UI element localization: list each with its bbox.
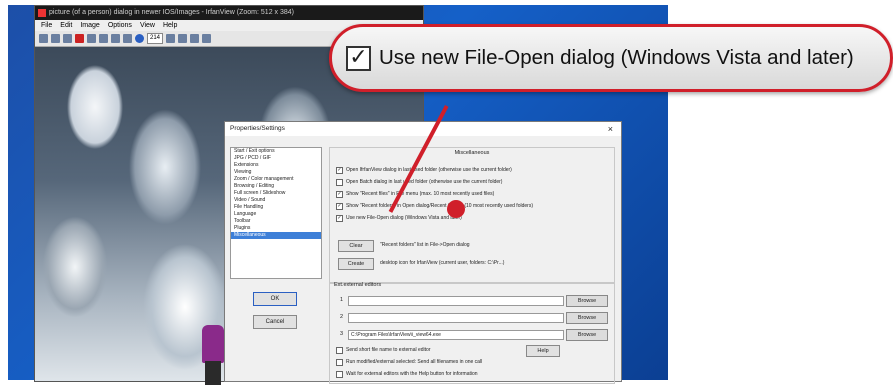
- ext-group-title: Ext.external editors: [334, 282, 382, 288]
- checkbox[interactable]: ✓: [336, 166, 343, 174]
- tree-item[interactable]: Viewing: [231, 169, 321, 176]
- option-row[interactable]: ✓ Show "Recent files" in File menu (max.…: [336, 190, 494, 198]
- external-editors-group: Ext.external editors 1 Browse 2 Browse 3…: [329, 282, 615, 384]
- menu-edit[interactable]: Edit: [60, 20, 72, 31]
- hiker-legs: [205, 361, 221, 385]
- paste-icon[interactable]: [111, 34, 120, 43]
- tree-item[interactable]: Start / Exit options: [231, 148, 321, 155]
- tree-item[interactable]: Full screen / Slideshow: [231, 190, 321, 197]
- tree-item[interactable]: Extensions: [231, 162, 321, 169]
- delete-icon[interactable]: [75, 34, 84, 43]
- option-row[interactable]: ✓ Show "Recent folders" in Open dialog/R…: [336, 202, 533, 210]
- print-icon[interactable]: [63, 34, 72, 43]
- close-icon[interactable]: ×: [608, 122, 613, 136]
- menu-help[interactable]: Help: [163, 20, 177, 31]
- tree-item[interactable]: Video / Sound: [231, 197, 321, 204]
- ok-button[interactable]: OK: [253, 292, 297, 306]
- copy-icon[interactable]: [99, 34, 108, 43]
- checkbox[interactable]: ✓: [336, 202, 343, 210]
- option-label: Use new File-Open dialog (Windows Vista …: [346, 215, 462, 221]
- editor-number: 3: [340, 331, 344, 337]
- option-row[interactable]: Wait for external editors with the Help …: [336, 370, 478, 378]
- browse-button[interactable]: Browse: [566, 295, 608, 307]
- create-description: desktop icon for IrfanView (current user…: [380, 260, 505, 266]
- open-icon[interactable]: [39, 34, 48, 43]
- group-title: Miscellaneous: [454, 150, 490, 156]
- editor-number: 2: [340, 314, 344, 320]
- editor-number: 1: [340, 297, 344, 303]
- option-label: Open Batch dialog in last used folder (o…: [346, 179, 503, 185]
- dialog-title-bar: Properties/Settings ×: [225, 122, 621, 136]
- zoom-in-icon[interactable]: [166, 34, 176, 43]
- clear-description: "Recent folders" list in File->Open dial…: [380, 242, 470, 248]
- callout-label: Use new File-Open dialog (Windows Vista …: [379, 46, 854, 69]
- tree-item[interactable]: Language: [231, 211, 321, 218]
- tree-item-miscellaneous[interactable]: Miscellaneous: [231, 232, 321, 239]
- zoom-out-icon[interactable]: [178, 34, 188, 43]
- undo-icon[interactable]: [123, 34, 132, 43]
- checkbox[interactable]: ✓: [336, 190, 343, 198]
- info-icon[interactable]: [135, 34, 144, 43]
- tree-item[interactable]: Toolbar: [231, 218, 321, 225]
- miscellaneous-group: Miscellaneous ✓ Open IfrfanView dialog i…: [329, 147, 615, 284]
- menu-image[interactable]: Image: [80, 20, 99, 31]
- tree-item[interactable]: JPG / PCD / GIF: [231, 155, 321, 162]
- option-row[interactable]: ✓ Open IfrfanView dialog in last used fo…: [336, 166, 512, 174]
- window-title-bar: picture (of a person) dialog in newer IO…: [35, 6, 423, 20]
- cancel-button[interactable]: Cancel: [253, 315, 297, 329]
- menu-options[interactable]: Options: [108, 20, 132, 31]
- cut-icon[interactable]: [87, 34, 96, 43]
- zoom-callout: ✓ Use new File-Open dialog (Windows Vist…: [329, 24, 893, 92]
- clear-button[interactable]: Clear: [338, 240, 374, 252]
- option-label: Run modified/external selected: Send all…: [346, 359, 483, 365]
- option-label: Open IfrfanView dialog in last used fold…: [346, 167, 512, 173]
- checkbox[interactable]: [336, 346, 343, 354]
- option-row[interactable]: Run modified/external selected: Send all…: [336, 358, 482, 366]
- option-label: Show "Recent folders" in Open dialog/Rec…: [346, 203, 533, 209]
- tree-item[interactable]: Plugins: [231, 225, 321, 232]
- prev-icon[interactable]: [190, 34, 200, 43]
- tree-item[interactable]: File Handling: [231, 204, 321, 211]
- option-row[interactable]: Open Batch dialog in last used folder (o…: [336, 178, 502, 186]
- option-label: Send short file name to external editor: [346, 347, 431, 353]
- tree-item[interactable]: Zoom / Color management: [231, 176, 321, 183]
- editor-path-input[interactable]: [348, 313, 564, 323]
- option-label: Wait for external editors with the Help …: [346, 371, 478, 377]
- checkbox-checked-icon[interactable]: ✓: [346, 45, 371, 71]
- create-button[interactable]: Create: [338, 258, 374, 270]
- checkbox[interactable]: ✓: [336, 214, 343, 222]
- next-icon[interactable]: [202, 34, 212, 43]
- browse-button[interactable]: Browse: [566, 312, 608, 324]
- settings-tree: Start / Exit options JPG / PCD / GIF Ext…: [230, 147, 322, 279]
- editor-path-input[interactable]: [348, 296, 564, 306]
- checkbox[interactable]: [336, 358, 343, 366]
- browse-button[interactable]: Browse: [566, 329, 608, 341]
- zoom-select[interactable]: 214: [147, 33, 164, 44]
- tree-item[interactable]: Browsing / Editing: [231, 183, 321, 190]
- option-row[interactable]: Send short file name to external editor: [336, 346, 431, 354]
- option-row-new-file-open[interactable]: ✓ Use new File-Open dialog (Windows Vist…: [336, 214, 462, 222]
- checkbox[interactable]: [336, 178, 343, 186]
- properties-dialog: Properties/Settings × Start / Exit optio…: [224, 121, 622, 384]
- window-title: picture (of a person) dialog in newer IO…: [49, 9, 294, 16]
- editor-path-input[interactable]: C:\Program Files\IrfanView\i_view64.exe: [348, 330, 564, 340]
- app-icon: [38, 9, 46, 17]
- callout-anchor-dot: [447, 200, 465, 218]
- save-icon[interactable]: [51, 34, 60, 43]
- dialog-title: Properties/Settings: [230, 125, 285, 132]
- menu-view[interactable]: View: [140, 20, 155, 31]
- option-label: Show "Recent files" in File menu (max. 1…: [346, 191, 495, 197]
- hiker-figure: [202, 325, 224, 363]
- help-button[interactable]: Help: [526, 345, 560, 357]
- menu-file[interactable]: File: [41, 20, 52, 31]
- checkbox[interactable]: [336, 370, 343, 378]
